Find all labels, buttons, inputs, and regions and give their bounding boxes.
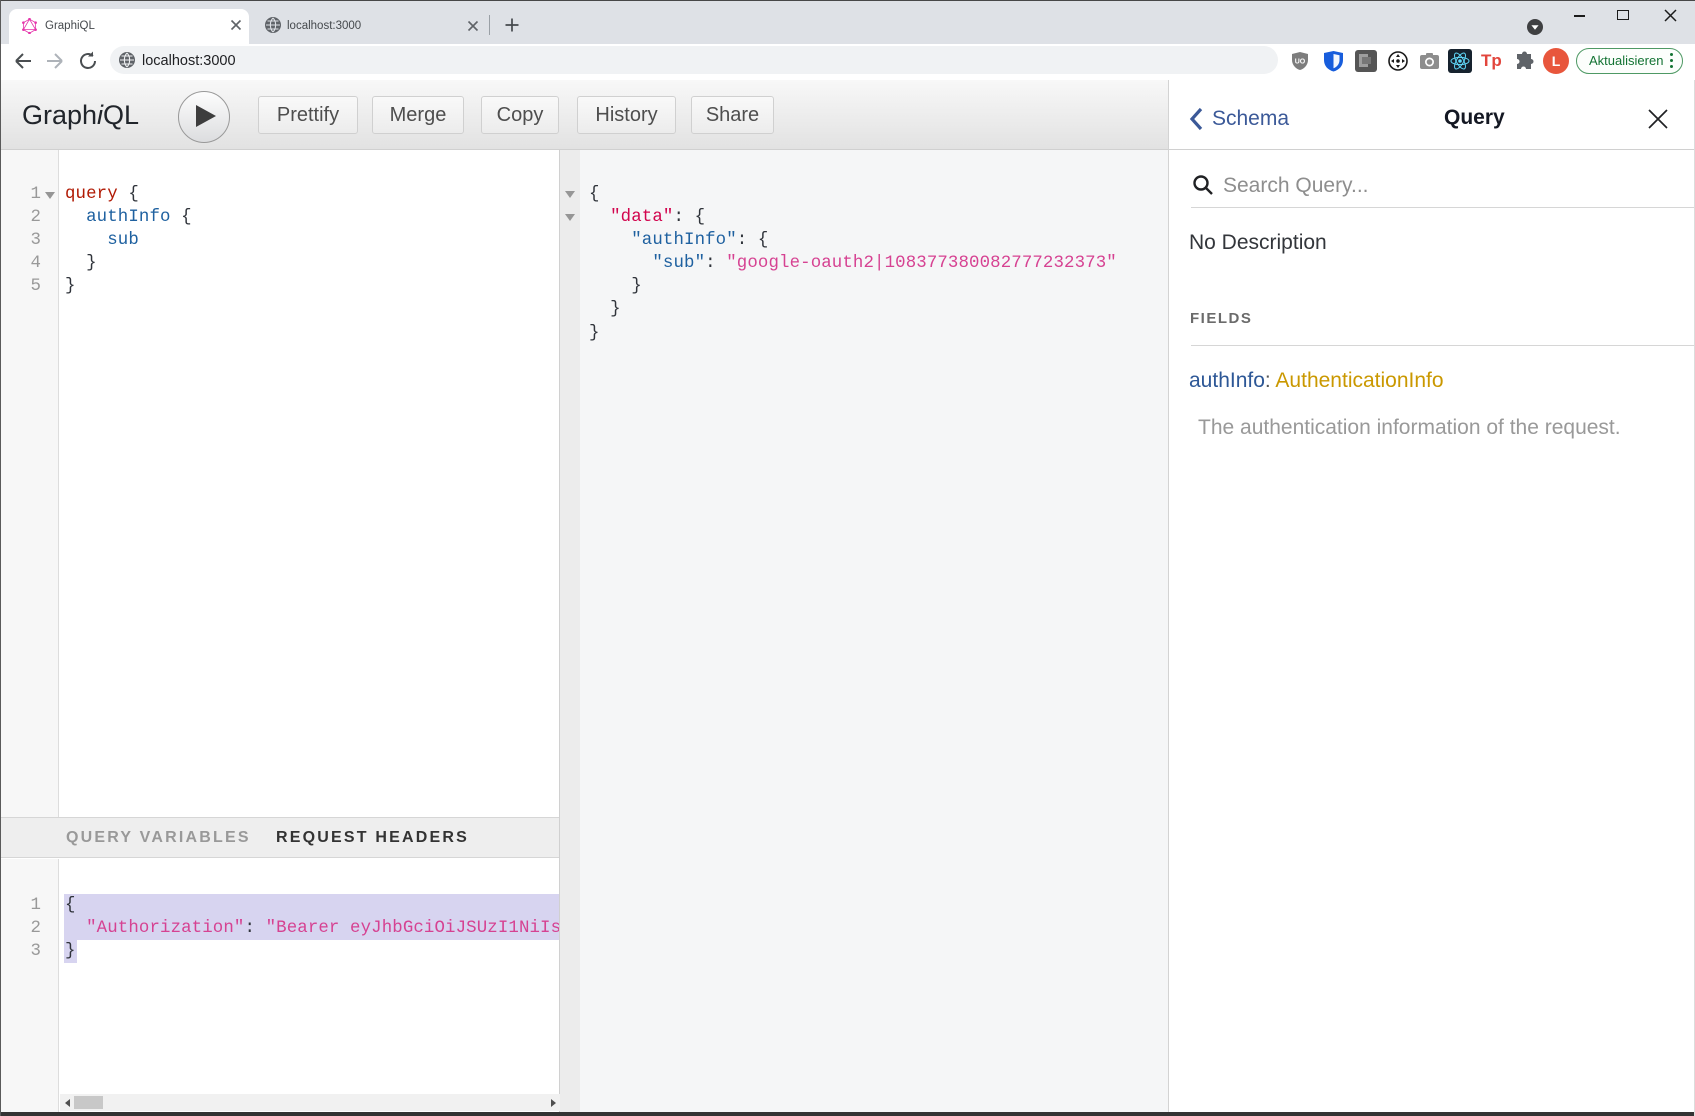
svg-text:UO: UO (1295, 59, 1306, 66)
